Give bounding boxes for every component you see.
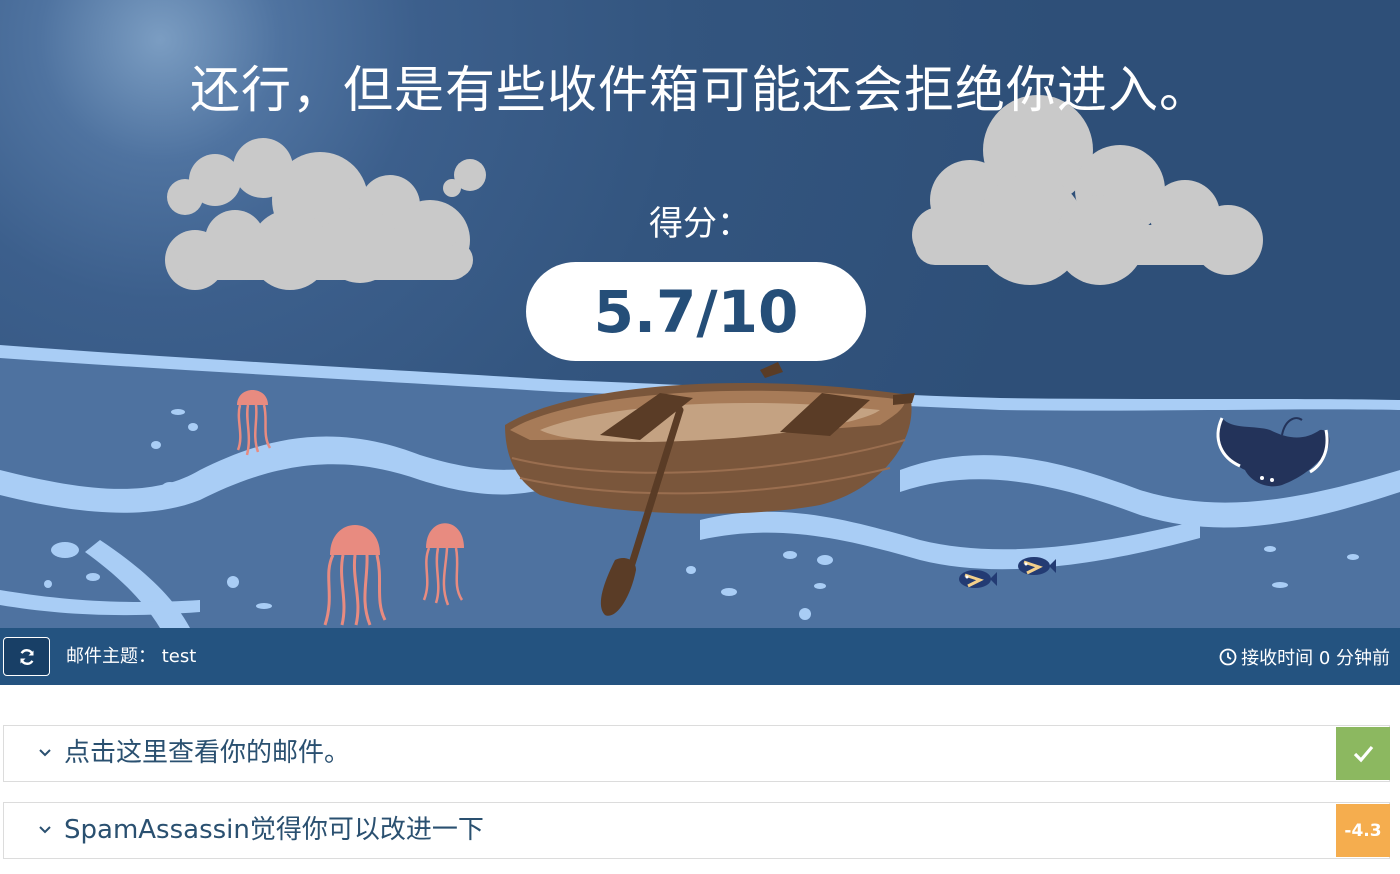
- spamassassin-label: SpamAssassin觉得你可以改进一下: [64, 815, 484, 845]
- chevron-down-icon: [39, 826, 51, 834]
- received-text: 接收时间 0 分钟前: [1241, 647, 1390, 669]
- score-delta-badge: -4.3: [1336, 804, 1390, 857]
- score-delta-value: -4.3: [1344, 820, 1382, 841]
- refresh-button[interactable]: [3, 637, 50, 676]
- subject-value: test: [161, 646, 197, 667]
- status-badge: [1336, 727, 1390, 780]
- hero-banner: 还行，但是有些收件箱可能还会拒绝你进入。 得分： 5.7/10: [0, 0, 1400, 628]
- view-email-label: 点击这里查看你的邮件。: [64, 738, 351, 768]
- clock-icon: [1219, 648, 1237, 665]
- spamassassin-panel[interactable]: SpamAssassin觉得你可以改进一下 -4.3: [3, 802, 1390, 859]
- subject-label: 邮件主题：: [66, 646, 156, 667]
- right-cloud: [912, 95, 1263, 285]
- score-label: 得分：: [649, 204, 751, 244]
- email-subject: 邮件主题： test: [66, 628, 196, 685]
- view-email-panel[interactable]: 点击这里查看你的邮件。: [3, 725, 1390, 782]
- refresh-icon: [19, 648, 34, 665]
- chevron-down-icon: [39, 749, 51, 757]
- result-headline: 还行，但是有些收件箱可能还会拒绝你进入。: [190, 61, 1210, 119]
- score-value: 5.7/10: [593, 277, 799, 346]
- email-info-bar: 邮件主题： test 接收时间 0 分钟前: [0, 628, 1400, 685]
- received-time: 接收时间 0 分钟前: [1219, 628, 1390, 685]
- check-icon: [1353, 745, 1374, 762]
- score-badge: 5.7/10: [526, 262, 866, 361]
